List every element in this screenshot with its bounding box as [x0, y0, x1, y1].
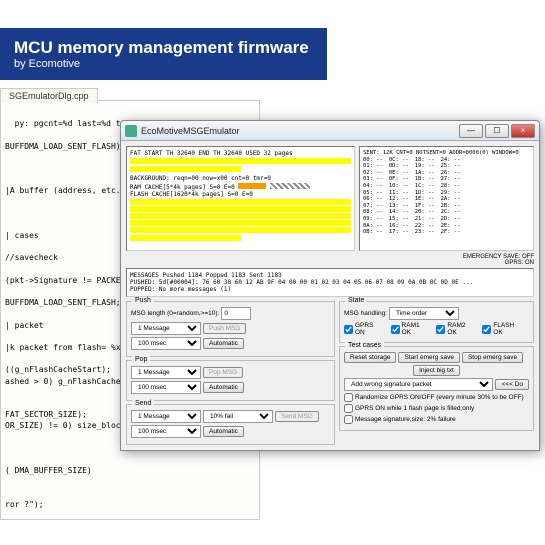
sent-col: 00: -- 01: -- 02: -- 03: -- 04: -- 05: -…	[363, 157, 383, 236]
msg-pushed-data: PUSHED: 5d[#00004]: 76 60 38 60 12 AB 9F…	[130, 279, 530, 286]
msg-length-input[interactable]	[221, 307, 251, 320]
sent-panel: SENT: 12K CNT=0 NOTSENT=0 ADDR=0000(0) W…	[359, 146, 534, 251]
push-title: Push	[132, 297, 154, 304]
start-emerg-button[interactable]: Start emerg save	[398, 352, 460, 363]
pop-msg-button[interactable]: Pop MSG	[203, 367, 243, 378]
maximize-button[interactable]: ☐	[485, 124, 509, 138]
sent-col: 24: -- 25: -- 26: -- 27: -- 28: -- 29: -…	[441, 157, 461, 236]
banner-subtitle: by Ecomotive	[14, 58, 309, 70]
fat-bar	[130, 166, 241, 172]
pop-title: Pop	[132, 356, 150, 363]
ram-hatch	[270, 183, 310, 189]
flash-bar	[130, 213, 351, 219]
message-log: MESSAGES Pushed 1184 Popped 1183 Sent 11…	[126, 268, 534, 297]
msg-length-label: MSG length (0=random,>=10):	[131, 310, 219, 317]
send-auto-button[interactable]: Automatic	[203, 426, 244, 437]
gprs-on-flash-checkbox[interactable]: GPRS ON while 1 flash page is filled;onl…	[344, 404, 474, 413]
fat-header: FAT START TH 32640 END TH 32640 USED 32 …	[130, 150, 351, 157]
app-icon	[125, 125, 137, 137]
push-msg-button[interactable]: Push MSG	[203, 323, 246, 334]
send-title: Send	[132, 400, 154, 407]
flash-bar	[130, 199, 351, 205]
push-interval-select[interactable]: 100 msec	[131, 337, 201, 350]
ram-bar	[238, 183, 266, 189]
window-controls: — ☐ ×	[459, 124, 535, 138]
pop-auto-button[interactable]: Automatic	[203, 382, 244, 393]
ram1-ok-checkbox[interactable]: RAM1 OK	[391, 322, 431, 336]
fat-bar	[130, 158, 351, 164]
inject-big-txt-button[interactable]: Inject big txt	[413, 365, 460, 376]
pop-group: Pop 1 MessagePop MSG 100 msecAutomatic	[126, 360, 335, 401]
send-count-select[interactable]: 1 Message	[131, 410, 201, 423]
close-button[interactable]: ×	[511, 124, 535, 138]
msg-signature-checkbox[interactable]: Message signature;size: 2% failure	[344, 415, 456, 424]
titlebar[interactable]: EcoMotiveMSGEmulator — ☐ ×	[121, 121, 539, 141]
pop-interval-select[interactable]: 100 msec	[131, 381, 201, 394]
reset-storage-button[interactable]: Reset storage	[344, 352, 396, 363]
test-action-select[interactable]: Add wrong signature packet	[344, 378, 493, 391]
ram-cache-label: RAM CACHE[5*4k pages] S=0 E=0	[130, 184, 235, 191]
minimize-button[interactable]: —	[459, 124, 483, 138]
flash-bar	[130, 235, 241, 241]
pop-count-select[interactable]: 1 Message	[131, 366, 201, 379]
msg-handling-label: MSG handling:	[344, 310, 387, 317]
do-button[interactable]: <<< Do	[495, 379, 529, 390]
send-interval-select[interactable]: 100 msec	[131, 425, 201, 438]
test-cases-group: Test cases Reset storage Start emerg sav…	[339, 346, 534, 431]
sent-columns: 00: -- 01: -- 02: -- 03: -- 04: -- 05: -…	[363, 157, 530, 236]
push-auto-button[interactable]: Automatic	[203, 338, 244, 349]
test-title: Test cases	[345, 342, 384, 349]
msg-pushed: MESSAGES Pushed 1184 Popped 1183 Sent 11…	[130, 272, 530, 279]
push-group: Push MSG length (0=random,>=10): 1 Messa…	[126, 301, 335, 357]
stop-emerg-button[interactable]: Stop emerg save	[462, 352, 523, 363]
send-fail-select[interactable]: 10% fail	[203, 410, 273, 423]
background-status: BACKGROUND: reqn=00 now=x00 cnt=0 tmr=0	[130, 175, 351, 182]
emergency-status: EMERGENCY SAVE: OFF GPRS: ON	[126, 254, 534, 266]
gprs-status-label: GPRS: ON	[505, 260, 534, 266]
source-file-tab[interactable]: SGEmulatorDlg.cpp	[0, 88, 98, 103]
flash-cache-label: FLASH CACHE[1620*4k pages] S=0 E=0	[130, 191, 351, 198]
flash-bar	[130, 206, 351, 212]
sent-header: SENT: 12K CNT=0 NOTSENT=0 ADDR=0000(0) W…	[363, 150, 530, 157]
push-count-select[interactable]: 1 Message	[131, 322, 201, 335]
sent-col: 0C: -- 0D: -- 0E: -- 0F: -- 10: -- 11: -…	[389, 157, 409, 236]
emulator-window: EcoMotiveMSGEmulator — ☐ × FAT START TH …	[120, 120, 540, 451]
state-title: State	[345, 297, 367, 304]
flash-ok-checkbox[interactable]: FLASH OK	[482, 322, 525, 336]
sent-col: 18: -- 19: -- 1A: -- 1B: -- 1C: -- 1D: -…	[415, 157, 435, 236]
randomize-gprs-checkbox[interactable]: Randomize GPRS ON/OFF (every minute 30% …	[344, 393, 524, 402]
fat-panel: FAT START TH 32640 END TH 32640 USED 32 …	[126, 146, 355, 251]
msg-handling-select[interactable]: Time order	[389, 307, 459, 320]
flash-bar	[130, 220, 351, 226]
msg-popped: POPPED: No more messages (1)	[130, 286, 530, 293]
ram2-ok-checkbox[interactable]: RAM2 OK	[436, 322, 476, 336]
banner-title: MCU memory management firmware	[14, 38, 309, 58]
gprs-on-checkbox[interactable]: GPRS ON	[344, 322, 385, 336]
window-title: EcoMotiveMSGEmulator	[141, 126, 459, 136]
send-msg-button[interactable]: Send MSG	[275, 411, 319, 422]
flash-bar	[130, 227, 351, 233]
state-group: State MSG handling:Time order GPRS ON RA…	[339, 301, 534, 343]
send-group: Send 1 Message10% failSend MSG 100 msecA…	[126, 404, 335, 445]
emulator-body: FAT START TH 32640 END TH 32640 USED 32 …	[121, 141, 539, 450]
title-banner: MCU memory management firmware by Ecomot…	[0, 28, 327, 80]
